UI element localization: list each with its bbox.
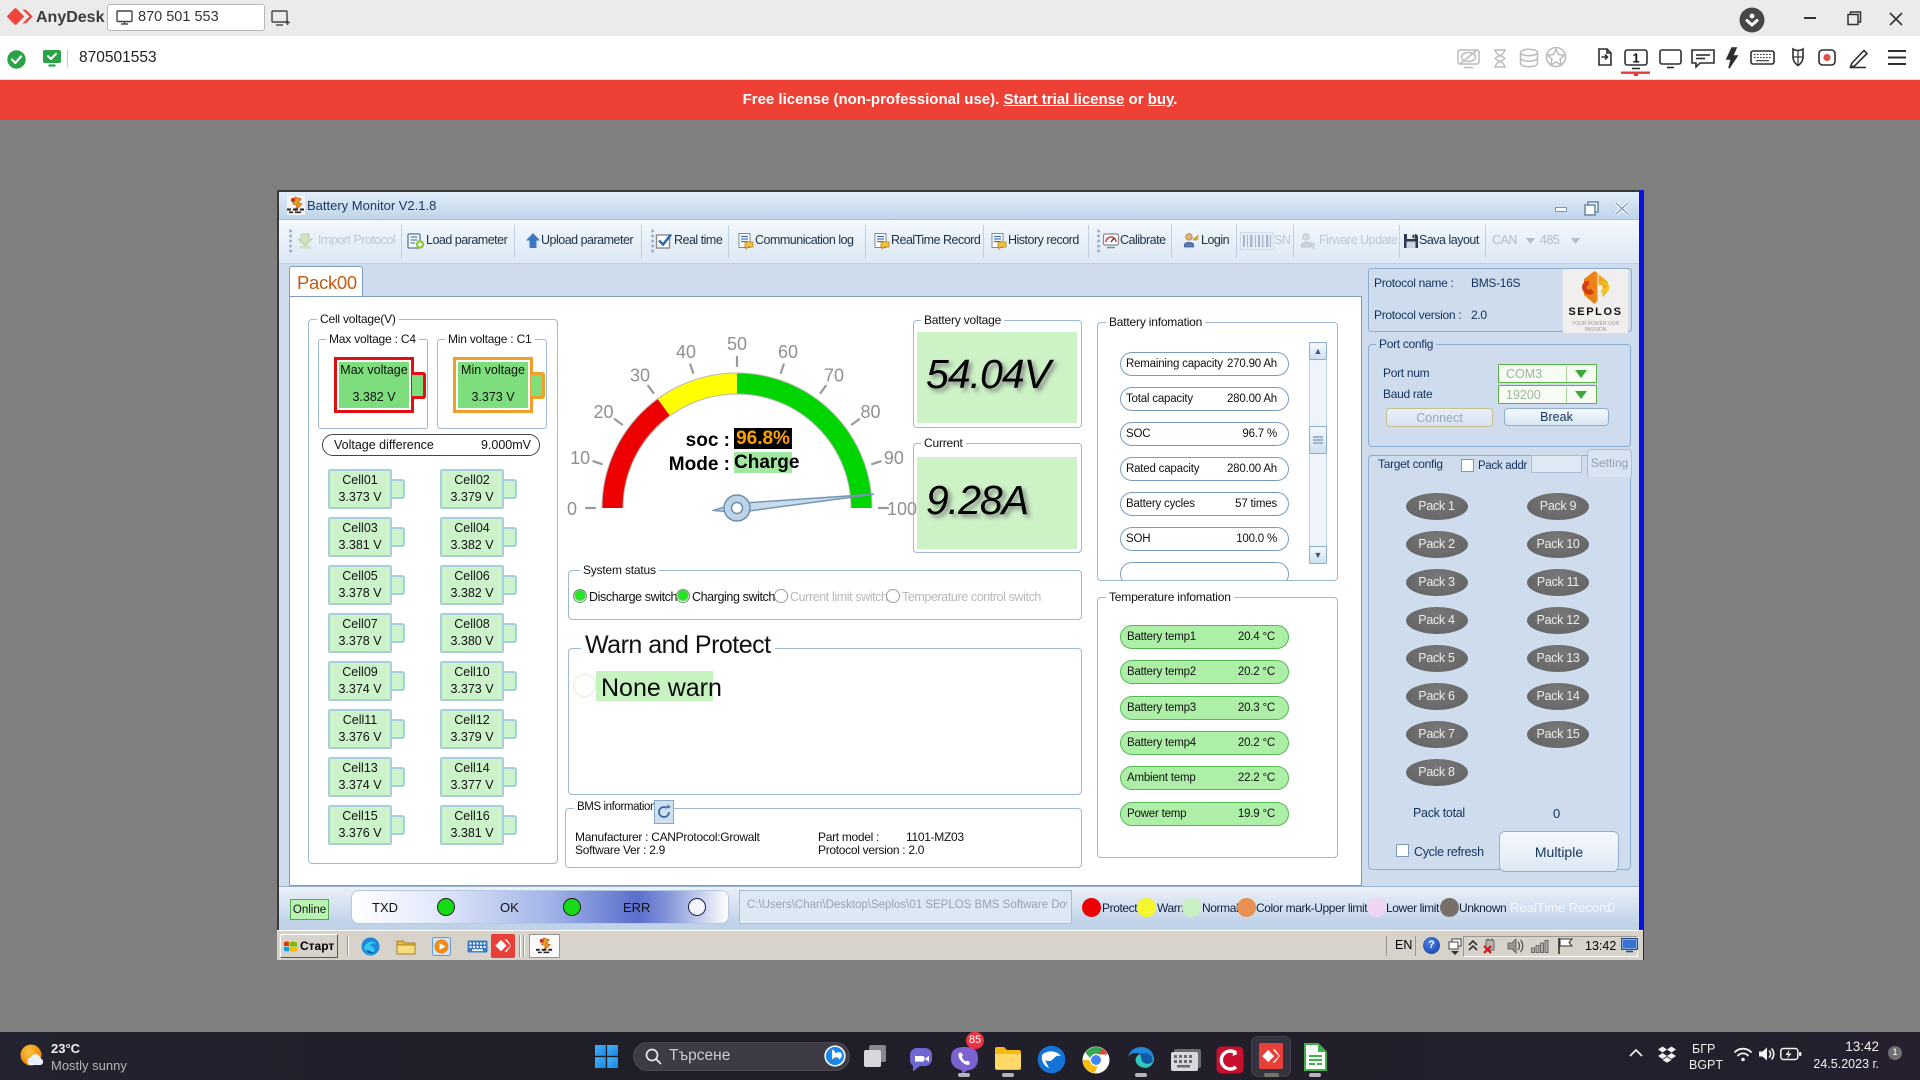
svg-text:0: 0	[567, 499, 577, 519]
svg-text:30: 30	[630, 366, 650, 386]
svg-text:90: 90	[884, 448, 904, 468]
svg-text:50: 50	[727, 334, 747, 354]
svg-text:10: 10	[570, 448, 590, 468]
svg-text:80: 80	[860, 402, 880, 422]
svg-text:60: 60	[778, 342, 798, 362]
svg-text:1: 1	[1632, 51, 1639, 66]
svg-text:20: 20	[593, 402, 613, 422]
svg-text:40: 40	[676, 342, 696, 362]
svg-text:70: 70	[824, 366, 844, 386]
